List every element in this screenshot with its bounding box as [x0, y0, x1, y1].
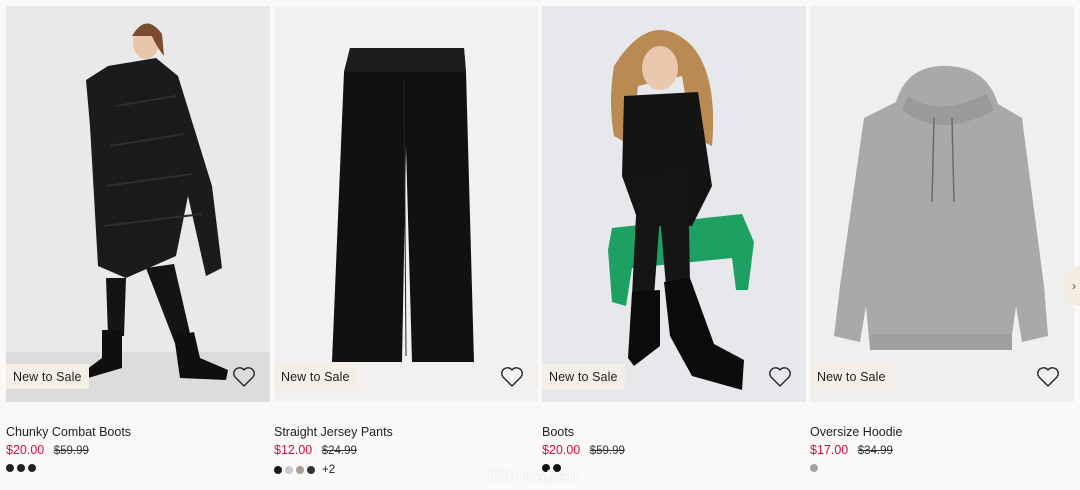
color-swatch[interactable]: [274, 466, 282, 474]
product-photo-boots-model: [542, 6, 806, 402]
product-title[interactable]: Chunky Combat Boots: [6, 425, 131, 439]
color-swatch[interactable]: [307, 466, 315, 474]
product-title[interactable]: Straight Jersey Pants: [274, 425, 393, 439]
product-title[interactable]: Oversize Hoodie: [810, 425, 902, 439]
product-photo-coat-model: [6, 6, 270, 402]
sale-price: $20.00: [6, 443, 45, 457]
color-swatches: +2: [274, 464, 335, 476]
color-swatch[interactable]: [810, 464, 818, 472]
sale-badge: New to Sale: [810, 364, 893, 389]
sale-price: $12.00: [274, 443, 313, 457]
color-swatch[interactable]: [17, 464, 25, 472]
original-price: $34.99: [857, 445, 893, 457]
product-card[interactable]: New to Sale Oversize Hoodie $17.00 $34.9…: [810, 6, 1074, 472]
product-title[interactable]: Boots: [542, 425, 574, 439]
product-photo-hoodie: [810, 6, 1074, 402]
sale-price: $17.00: [810, 443, 849, 457]
sale-badge: New to Sale: [6, 364, 89, 389]
color-swatch[interactable]: [296, 466, 304, 474]
original-price: $59.99: [589, 445, 625, 457]
watermark-text: Chi na2au: [488, 466, 580, 486]
color-swatch[interactable]: [6, 464, 14, 472]
color-swatch[interactable]: [28, 464, 36, 472]
sale-price: $20.00: [542, 443, 581, 457]
original-price: $24.99: [321, 445, 357, 457]
color-swatches: [810, 464, 818, 472]
more-colors-count[interactable]: +2: [322, 464, 335, 476]
heart-outline-icon[interactable]: [1036, 366, 1060, 388]
color-swatch[interactable]: [285, 466, 293, 474]
heart-outline-icon[interactable]: [500, 366, 524, 388]
product-image[interactable]: New to Sale: [542, 6, 806, 402]
product-photo-pants: [274, 6, 538, 402]
product-card[interactable]: New to Sale Chunky Combat Boots $20.00 $…: [6, 6, 270, 472]
price-row: $12.00 $24.99: [274, 443, 357, 457]
product-image[interactable]: New to Sale: [810, 6, 1074, 402]
sale-badge: New to Sale: [274, 364, 357, 389]
color-swatches: [6, 464, 36, 472]
product-grid: New to Sale Chunky Combat Boots $20.00 $…: [6, 6, 1074, 476]
heart-outline-icon[interactable]: [768, 366, 792, 388]
price-row: $20.00 $59.99: [542, 443, 625, 457]
original-price: $59.99: [53, 445, 89, 457]
product-card[interactable]: New to Sale Boots $20.00 $59.99: [542, 6, 806, 472]
heart-outline-icon[interactable]: [232, 366, 256, 388]
price-row: $20.00 $59.99: [6, 443, 89, 457]
chevron-right-icon: ›: [1072, 279, 1076, 293]
sale-badge: New to Sale: [542, 364, 625, 389]
price-row: $17.00 $34.99: [810, 443, 893, 457]
product-image[interactable]: New to Sale: [6, 6, 270, 402]
product-image[interactable]: New to Sale: [274, 6, 538, 402]
product-card[interactable]: New to Sale Straight Jersey Pants $12.00…: [274, 6, 538, 476]
